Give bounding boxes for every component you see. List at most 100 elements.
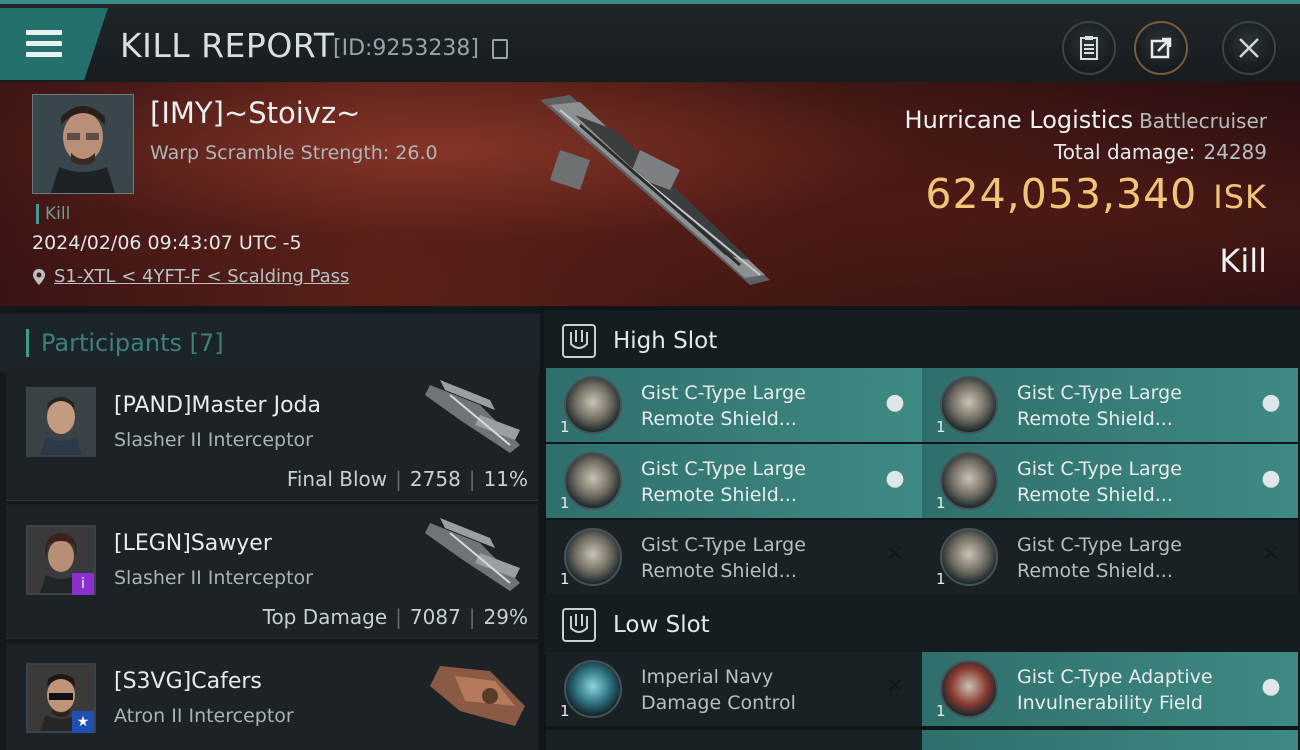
victim-portrait[interactable] [32, 94, 134, 194]
person-icon: ● [1261, 674, 1281, 699]
high-slot-icon [562, 324, 596, 358]
share-icon [1150, 37, 1172, 59]
participant-card[interactable]: [PAND]Master Joda Slasher II Interceptor… [6, 367, 538, 501]
high-slot-label: High Slot [613, 328, 718, 354]
person-icon: ● [885, 466, 905, 491]
module-tile[interactable]: 1 Gist C-Type Adaptive Invulnerability Fi… [922, 652, 1298, 726]
participants-count: [7] [189, 329, 224, 357]
participant-damage: 2758 [409, 467, 461, 491]
shield-booster-icon [940, 452, 998, 510]
participant-card[interactable]: ★ [S3VG]Cafers Atron II Interceptor [6, 643, 538, 750]
module-name: Gist C-Type Large Remote Shield... [1017, 382, 1182, 430]
fitting-panel: High Slot 1 Gist C-Type Large Remote Shie… [544, 306, 1300, 750]
person-icon: ● [1261, 390, 1281, 415]
module-tile[interactable]: 1 Gist C-Type Large Remote Shield... ● [546, 444, 922, 518]
person-icon: ● [885, 390, 905, 415]
hamburger-menu-icon [26, 30, 62, 58]
module-quantity: 1 [560, 418, 570, 436]
low-slot-icon [562, 608, 596, 642]
participant-role: Final Blow [286, 467, 388, 491]
module-tile[interactable]: 1 Gist C-Type Large Remote Shield... ● [922, 444, 1298, 518]
module-name: Gist C-Type Large Remote Shield... [641, 382, 806, 430]
avatar [26, 387, 96, 457]
destroyed-x-icon: ✕ [1261, 542, 1281, 567]
damage-control-icon [564, 660, 622, 718]
person-icon: ● [1261, 466, 1281, 491]
participant-card[interactable]: i [LEGN]Sawyer Slasher II Interceptor To… [6, 505, 538, 639]
kill-timestamp: 2024/02/06 09:43:07 UTC -5 [32, 232, 302, 254]
shield-booster-icon [940, 376, 998, 434]
menu-button[interactable] [0, 8, 108, 80]
total-damage-value: 24289 [1203, 140, 1267, 164]
participant-stats: Final Blow | 2758 | 11% [286, 467, 528, 491]
person-badge-icon: i [72, 573, 94, 595]
victim-summary: [IMY]~Stoivz~ Warp Scramble Strength: 26… [0, 82, 1300, 306]
shield-booster-icon [564, 376, 622, 434]
module-tile[interactable]: 1 Gist C-Type Large Remote Shield... ● [546, 368, 922, 442]
participant-name: [LEGN]Sawyer [114, 531, 272, 556]
module-quantity: 1 [560, 702, 570, 720]
participant-ship-image [425, 380, 520, 453]
low-slot-header: Low Slot [544, 594, 1300, 654]
participants-header: Participants [7] [0, 314, 540, 372]
module-quantity: 1 [936, 494, 946, 512]
shield-booster-icon [564, 452, 622, 510]
location-pin-icon [33, 268, 45, 285]
victim-name[interactable]: [IMY]~Stoivz~ [150, 96, 360, 130]
participant-name: [S3VG]Cafers [114, 669, 262, 694]
details-button[interactable] [1062, 21, 1116, 75]
isk-unit: ISK [1213, 178, 1267, 216]
module-name: Gist C-Type Large Remote Shield... [1017, 458, 1182, 506]
avatar [33, 95, 133, 193]
module-quantity: 1 [560, 494, 570, 512]
clipboard-icon [1080, 36, 1098, 60]
shield-booster-icon [940, 528, 998, 586]
total-damage: Total damage: 24289 [1054, 140, 1267, 164]
location-link[interactable]: S1-XTL < 4YFT-F < Scalding Pass [54, 266, 349, 287]
invulnerability-field-icon [940, 660, 998, 718]
high-slot-header: High Slot [544, 310, 1300, 370]
participants-title: Participants [7] [26, 329, 224, 357]
module-tile[interactable] [922, 730, 1298, 750]
total-damage-label: Total damage: [1053, 140, 1196, 164]
participant-percent: 29% [483, 605, 528, 629]
title-bar: KILL REPORT [ID:9253238] [0, 0, 1300, 82]
star-badge-icon: ★ [72, 711, 94, 733]
participant-ship: Slasher II Interceptor [114, 567, 313, 589]
module-name: Imperial Navy Damage Control [641, 666, 796, 714]
module-tile[interactable]: 1 Imperial Navy Damage Control ✕ [546, 652, 922, 726]
module-tile[interactable]: 1 Gist C-Type Large Remote Shield... ✕ [546, 520, 922, 594]
participant-stats: Top Damage | 7087 | 29% [262, 605, 528, 629]
page-title: KILL REPORT [120, 26, 335, 65]
participant-name: [PAND]Master Joda [114, 393, 321, 418]
victim-ship[interactable]: Hurricane Logistics Battlecruiser [905, 106, 1267, 134]
module-quantity: 1 [936, 702, 946, 720]
module-name: Gist C-Type Large Remote Shield... [641, 458, 806, 506]
low-slot-label: Low Slot [613, 612, 710, 638]
copy-id-icon[interactable] [492, 39, 508, 59]
participants-panel: Participants [7] [PAND]Master Joda Slash… [0, 306, 540, 750]
module-tile[interactable]: 1 Gist C-Type Large Remote Shield... ✕ [922, 520, 1298, 594]
destroyed-x-icon: ✕ [885, 542, 905, 567]
module-tile[interactable]: 1 Gist C-Type Large Remote Shield... ● [922, 368, 1298, 442]
participant-damage: 7087 [409, 605, 461, 629]
victim-stat: Warp Scramble Strength: 26.0 [150, 142, 438, 164]
participant-ship: Atron II Interceptor [114, 705, 294, 727]
report-id: [ID:9253238] [333, 36, 479, 61]
module-name: Gist C-Type Large Remote Shield... [641, 534, 806, 582]
participant-percent: 11% [483, 467, 528, 491]
participants-label: Participants [41, 329, 182, 357]
module-quantity: 1 [936, 418, 946, 436]
participant-ship: Slasher II Interceptor [114, 429, 313, 451]
module-tile[interactable] [546, 730, 922, 750]
share-button[interactable] [1134, 21, 1188, 75]
module-name: Gist C-Type Adaptive Invulnerability Fiel… [1017, 666, 1213, 714]
ship-class: Battlecruiser [1139, 109, 1267, 133]
kill-location[interactable]: S1-XTL < 4YFT-F < Scalding Pass [32, 266, 349, 287]
ship-image [540, 95, 770, 285]
isk-amount: 624,053,340 [925, 170, 1198, 218]
close-button[interactable] [1222, 21, 1276, 75]
destroyed-x-icon: ✕ [885, 674, 905, 699]
kill-tag: Kill [36, 204, 70, 224]
participant-ship-image [425, 518, 520, 591]
